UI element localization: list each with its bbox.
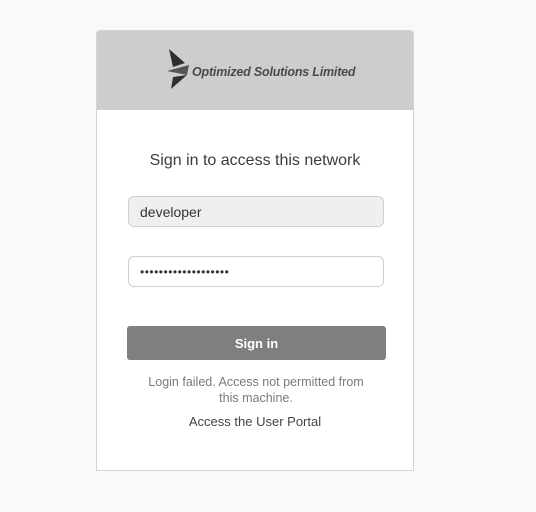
brand-header: Optimized Solutions Limited <box>97 31 413 110</box>
password-field[interactable] <box>128 256 384 287</box>
error-message: Login failed. Access not permitted from … <box>148 375 364 405</box>
company-name: Optimized Solutions Limited <box>192 65 356 79</box>
username-field[interactable] <box>128 196 384 227</box>
signin-button[interactable]: Sign in <box>127 326 386 360</box>
user-portal-link[interactable]: Access the User Portal <box>97 414 413 429</box>
login-card: Optimized Solutions Limited Sign in to a… <box>96 30 414 471</box>
signin-heading: Sign in to access this network <box>149 152 361 169</box>
company-logo-icon <box>167 49 189 89</box>
